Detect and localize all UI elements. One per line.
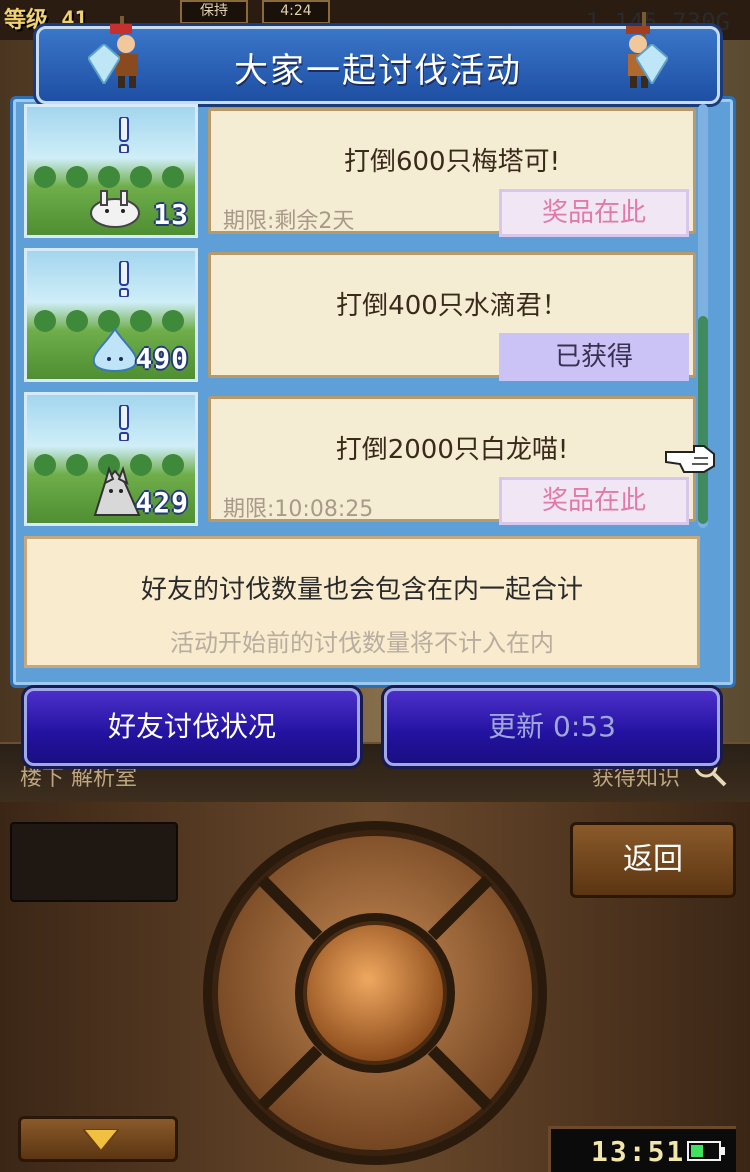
kill-count: 490 [135, 342, 189, 375]
quest-item[interactable]: 13 打倒600只梅塔可! 期限:剩余2天 奖品在此 [24, 104, 700, 238]
kill-count: 13 [153, 198, 189, 231]
update-button[interactable]: 更新 0:53 [384, 688, 720, 766]
quest-title: 打倒400只水滴君！ [336, 291, 568, 321]
quest-thumbnail: 13 [24, 104, 198, 238]
quest-deadline: 期限:10:08:25 [223, 497, 374, 522]
exclamation-icon [119, 261, 129, 297]
hud-box: 保持 [180, 0, 248, 24]
quest-card: 打倒400只水滴君！ 已获得 [208, 252, 696, 381]
quest-card: 打倒2000只白龙喵! 期限:10:08:25 奖品在此 [208, 396, 696, 525]
crystal-left-icon [88, 44, 120, 84]
quest-title: 打倒2000只白龙喵! [335, 435, 569, 465]
info-text: 好友的讨伐数量也会包含在内一起合计 [140, 575, 583, 605]
claimed-button[interactable]: 已获得 [499, 333, 689, 381]
prize-button[interactable]: 奖品在此 [499, 189, 689, 237]
info-panel: 好友的讨伐数量也会包含在内一起合计 活动开始前的讨伐数量将不计入在内 [24, 536, 700, 668]
quest-card: 打倒600只梅塔可! 期限:剩余2天 奖品在此 [208, 108, 696, 237]
directional-pad[interactable] [200, 818, 550, 1168]
hud-time: 4:24 [262, 0, 330, 24]
exclamation-icon [119, 405, 129, 441]
crystal-right-icon [636, 44, 668, 84]
kill-count: 429 [135, 486, 189, 519]
battery-icon [687, 1141, 725, 1161]
friend-status-button[interactable]: 好友讨伐状况 [24, 688, 360, 766]
pointing-hand-icon [665, 445, 715, 473]
back-button[interactable]: 返回 [570, 822, 736, 898]
mini-screen [10, 822, 178, 902]
quest-thumbnail: 429 [24, 392, 198, 526]
scrollbar-thumb[interactable] [698, 316, 708, 524]
scroll-down-button[interactable] [18, 1116, 178, 1162]
down-arrow-icon [83, 1129, 119, 1151]
quest-deadline: 期限:剩余2天 [223, 209, 355, 234]
quest-thumbnail: 490 [24, 248, 198, 382]
quest-item[interactable]: 429 打倒2000只白龙喵! 期限:10:08:25 奖品在此 [24, 392, 700, 526]
info-note: 活动开始前的讨伐数量将不计入在内 [170, 629, 554, 657]
quest-list[interactable]: 13 打倒600只梅塔可! 期限:剩余2天 奖品在此 490 打倒400只水滴君… [24, 104, 700, 528]
white-bunny-icon [90, 190, 140, 228]
prize-button[interactable]: 奖品在此 [499, 477, 689, 525]
quest-item[interactable]: 490 打倒400只水滴君！ 已获得 [24, 248, 700, 382]
clock-time: 13:51 [591, 1135, 686, 1168]
quest-title: 打倒600只梅塔可! [343, 147, 561, 177]
exclamation-icon [119, 117, 129, 153]
status-clock: 13:51 [548, 1126, 736, 1172]
